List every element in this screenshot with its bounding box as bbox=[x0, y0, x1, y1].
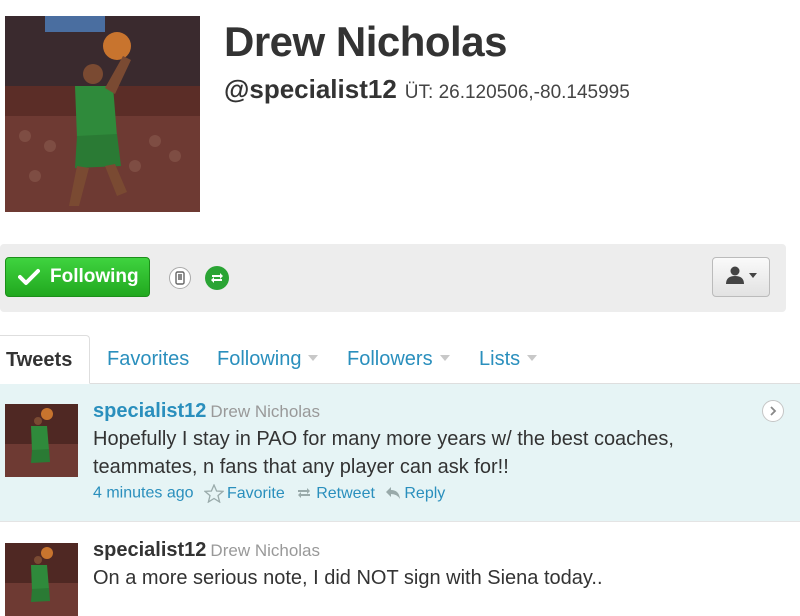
person-icon bbox=[724, 265, 758, 290]
retweet-action[interactable]: Retweet bbox=[289, 484, 379, 502]
profile-subline: @specialist12 ÜT: 26.120506,-80.145995 bbox=[224, 74, 630, 105]
tweet-username[interactable]: specialist12 bbox=[93, 539, 206, 561]
retweet-icon[interactable] bbox=[205, 266, 229, 290]
star-icon bbox=[203, 484, 224, 503]
chevron-right-icon[interactable] bbox=[762, 400, 784, 422]
tweet-avatar[interactable] bbox=[5, 543, 78, 616]
tweet-header: specialist12 Drew Nicholas bbox=[93, 400, 770, 423]
chevron-down-icon bbox=[308, 354, 319, 361]
tweet-username[interactable]: specialist12 bbox=[93, 400, 206, 422]
tab-favorites-label: Favorites bbox=[107, 348, 190, 370]
tweet-fullname[interactable]: Drew Nicholas bbox=[210, 541, 320, 560]
profile-tabs: Tweets Favorites Following Followers Lis… bbox=[0, 335, 800, 384]
tweet-actions: 4 minutes ago Favorite Retweet Reply bbox=[93, 484, 770, 503]
profile-handle: @specialist12 bbox=[224, 74, 397, 104]
tweet-item[interactable]: specialist12 Drew Nicholas Hopefully I st… bbox=[0, 384, 800, 522]
retweet-label: Retweet bbox=[316, 484, 375, 502]
profile-name: Drew Nicholas bbox=[224, 18, 507, 65]
chevron-down-icon bbox=[439, 354, 450, 361]
checkmark-icon bbox=[18, 268, 40, 286]
tab-followers-label: Followers bbox=[347, 348, 433, 370]
following-button-label: Following bbox=[50, 266, 139, 287]
retweet-icon bbox=[298, 488, 311, 499]
user-menu-button[interactable] bbox=[712, 257, 770, 297]
reply-label: Reply bbox=[404, 484, 446, 502]
tab-lists[interactable]: Lists bbox=[479, 335, 538, 383]
profile-location: ÜT: 26.120506,-80.145995 bbox=[404, 82, 630, 103]
tab-following-label: Following bbox=[217, 348, 302, 370]
tab-followers[interactable]: Followers bbox=[347, 335, 450, 383]
tab-lists-label: Lists bbox=[479, 348, 521, 370]
tweet-avatar[interactable] bbox=[5, 404, 78, 477]
favorite-label: Favorite bbox=[226, 484, 285, 502]
reply-action[interactable]: Reply bbox=[379, 484, 446, 502]
tweet-header: specialist12 Drew Nicholas bbox=[93, 539, 770, 562]
reply-icon bbox=[386, 487, 401, 500]
chevron-down-icon bbox=[527, 354, 538, 361]
tab-following[interactable]: Following bbox=[217, 335, 319, 383]
tweet-content: specialist12 Drew Nicholas Hopefully I st… bbox=[93, 400, 770, 503]
following-button[interactable]: Following bbox=[5, 257, 150, 297]
tweet-text: On a more serious note, I did NOT sign w… bbox=[93, 567, 603, 589]
profile-action-bar: Following bbox=[0, 244, 786, 312]
tweet-timestamp[interactable]: 4 minutes ago bbox=[93, 485, 194, 502]
profile-avatar[interactable] bbox=[5, 16, 200, 212]
tweet-fullname[interactable]: Drew Nicholas bbox=[210, 402, 320, 421]
tweet-text: Hopefully I stay in PAO for many more ye… bbox=[93, 428, 674, 478]
tab-tweets[interactable]: Tweets bbox=[0, 335, 90, 384]
tab-favorites[interactable]: Favorites bbox=[107, 335, 189, 383]
tweet-content: specialist12 Drew Nicholas On a more seri… bbox=[93, 539, 770, 592]
phone-notifications-icon[interactable] bbox=[169, 267, 191, 289]
favorite-action[interactable]: Favorite bbox=[198, 484, 289, 503]
